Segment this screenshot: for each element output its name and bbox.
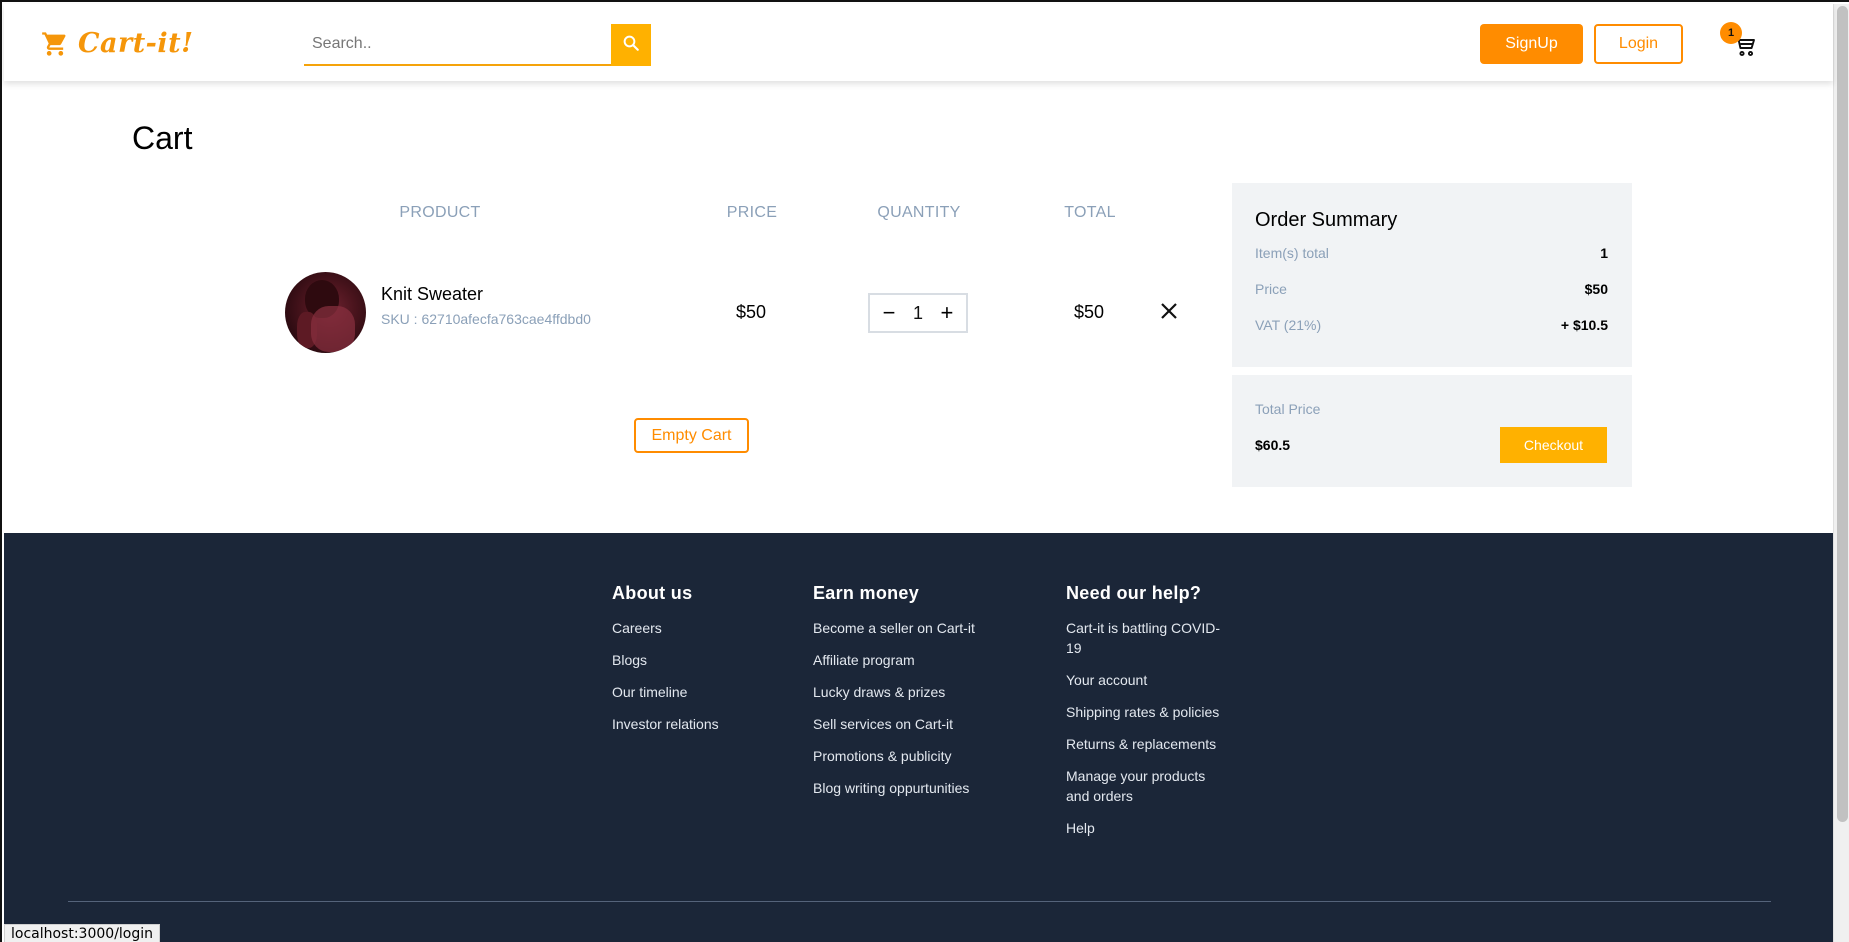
column-header-price: PRICE	[726, 204, 778, 221]
footer-link-blogs[interactable]: Blogs	[612, 650, 719, 670]
footer-link-affiliate[interactable]: Affiliate program	[813, 650, 975, 670]
quantity-value: 1	[912, 302, 923, 323]
column-header-total: TOTAL	[1064, 204, 1116, 221]
footer-column-earn-money: Earn money Become a seller on Cart-it Af…	[813, 583, 975, 810]
link-status-bar: localhost:3000/login	[4, 924, 161, 942]
footer-divider	[68, 901, 1771, 902]
order-summary-title: Order Summary	[1255, 209, 1398, 231]
footer-column-about: About us Careers Blogs Our timeline Inve…	[612, 583, 719, 746]
search-icon	[622, 34, 640, 57]
column-header-quantity: QUANTITY	[877, 204, 961, 221]
vat-label: VAT (21%)	[1255, 317, 1322, 333]
footer-link-timeline[interactable]: Our timeline	[612, 682, 719, 702]
checkout-button[interactable]: Checkout	[1500, 427, 1607, 463]
login-button[interactable]: Login	[1594, 24, 1683, 64]
footer-link-shipping[interactable]: Shipping rates & policies	[1066, 702, 1226, 722]
product-sku: SKU : 62710afecfa763cae4ffdbd0	[381, 311, 591, 327]
footer-link-lucky-draws[interactable]: Lucky draws & prizes	[813, 682, 975, 702]
footer-link-returns[interactable]: Returns & replacements	[1066, 734, 1226, 754]
footer-link-manage-products[interactable]: Manage your products and orders	[1066, 766, 1226, 806]
footer-link-investor-relations[interactable]: Investor relations	[612, 714, 719, 734]
total-price-value: $60.5	[1255, 437, 1291, 453]
logo[interactable]: Cart-it!	[40, 28, 193, 59]
price-value: $50	[1584, 281, 1608, 297]
footer-column-help: Need our help? Cart-it is battling COVID…	[1066, 583, 1226, 850]
items-total-value: 1	[1600, 245, 1608, 261]
items-total-label: Item(s) total	[1255, 245, 1329, 261]
footer-link-become-seller[interactable]: Become a seller on Cart-it	[813, 618, 975, 638]
quantity-stepper: − 1 +	[868, 293, 968, 333]
logo-text: Cart-it!	[78, 28, 194, 59]
decrease-quantity-button[interactable]: −	[878, 302, 900, 324]
scrollbar-thumb[interactable]	[1837, 6, 1848, 822]
footer-heading: Earn money	[813, 583, 920, 603]
product-name[interactable]: Knit Sweater	[381, 284, 483, 305]
signup-button[interactable]: SignUp	[1480, 24, 1583, 64]
browser-viewport: Cart-it! SignUp Login 1 Cart PRODUCT PRI…	[0, 0, 1849, 942]
column-header-product: PRODUCT	[399, 204, 481, 221]
footer: About us Careers Blogs Our timeline Inve…	[4, 533, 1833, 942]
footer-heading: Need our help?	[1066, 583, 1202, 603]
remove-item-button[interactable]	[1156, 300, 1182, 326]
footer-link-covid[interactable]: Cart-it is battling COVID-19	[1066, 618, 1226, 658]
search-button[interactable]	[611, 24, 651, 66]
page-title: Cart	[132, 120, 193, 156]
footer-heading: About us	[612, 583, 693, 603]
footer-link-account[interactable]: Your account	[1066, 670, 1226, 690]
close-icon	[1160, 302, 1178, 325]
search-input[interactable]	[304, 24, 611, 66]
page-scrollbar[interactable]	[1833, 4, 1849, 942]
empty-cart-button[interactable]: Empty Cart	[634, 418, 749, 453]
top-navbar: Cart-it! SignUp Login 1	[4, 4, 1833, 81]
cart-button[interactable]: 1	[1717, 22, 1763, 64]
product-price: $50	[736, 302, 767, 322]
increase-quantity-button[interactable]: +	[936, 302, 958, 324]
footer-link-promotions[interactable]: Promotions & publicity	[813, 746, 975, 766]
vat-value: + $10.5	[1560, 317, 1608, 333]
search-bar	[304, 24, 651, 66]
product-total: $50	[1074, 302, 1105, 322]
price-label: Price	[1255, 281, 1287, 297]
total-price-panel: Total Price $60.5 Checkout	[1232, 375, 1632, 487]
shopping-cart-icon	[40, 30, 70, 58]
footer-link-help[interactable]: Help	[1066, 818, 1226, 838]
cart-count-badge: 1	[1720, 22, 1742, 44]
order-summary-panel: Order Summary Item(s) total 1 Price $50 …	[1232, 183, 1632, 367]
footer-link-sell-services[interactable]: Sell services on Cart-it	[813, 714, 975, 734]
footer-link-careers[interactable]: Careers	[612, 618, 719, 638]
footer-link-blog-writing[interactable]: Blog writing oppurtunities	[813, 778, 975, 798]
product-image[interactable]	[285, 272, 366, 353]
total-price-label: Total Price	[1255, 401, 1321, 417]
